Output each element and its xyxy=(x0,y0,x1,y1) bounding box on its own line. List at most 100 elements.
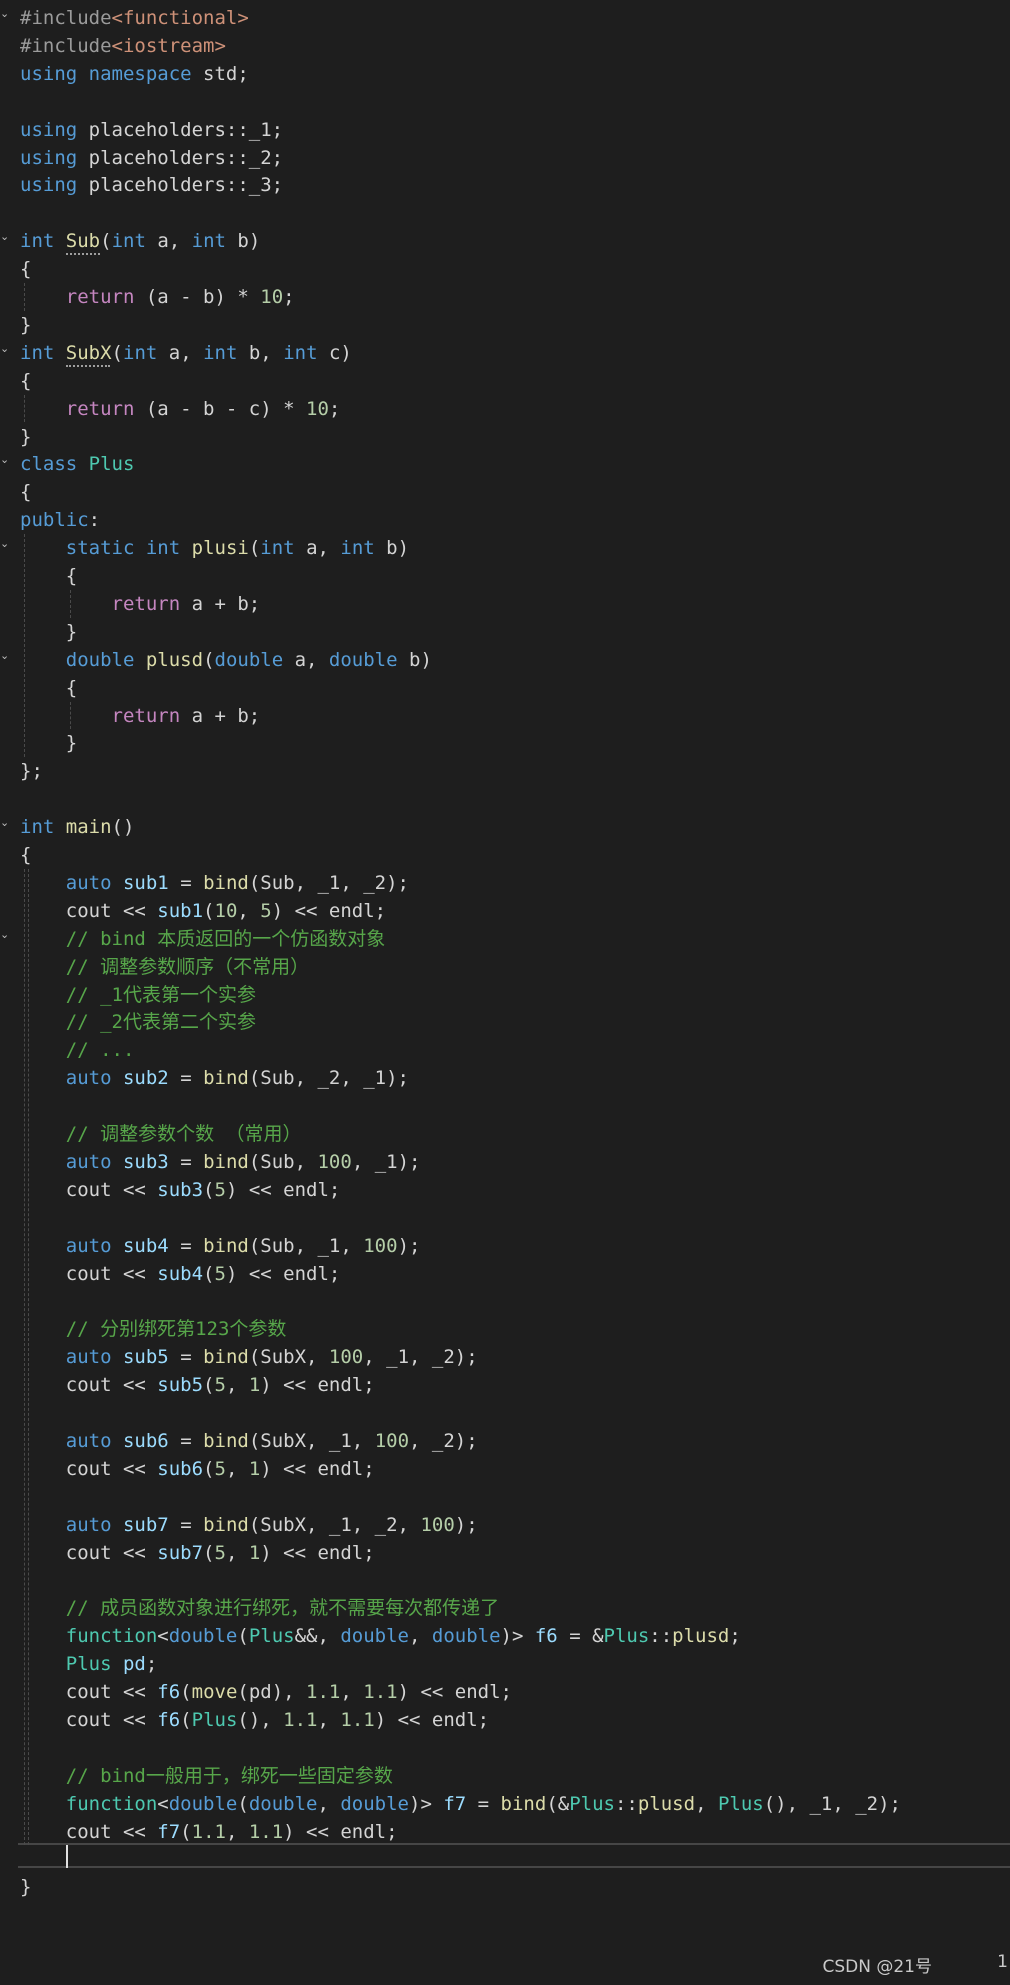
code-line[interactable]: // 调整参数个数 （常用） xyxy=(20,1120,302,1148)
code-line[interactable]: auto sub5 = bind(SubX, 100, _1, _2); xyxy=(20,1343,478,1371)
fold-toggle-icon[interactable]: ⌄ xyxy=(0,928,12,941)
code-line[interactable]: return (a - b - c) * 10; xyxy=(20,395,341,423)
code-line[interactable]: using placeholders::_1; xyxy=(20,116,283,144)
code-line[interactable]: { xyxy=(20,562,77,590)
code-line[interactable]: // bind一般用于，绑死一些固定参数 xyxy=(20,1762,393,1790)
code-line[interactable]: auto sub3 = bind(Sub, 100, _1); xyxy=(20,1148,421,1176)
code-line[interactable]: } xyxy=(20,1873,31,1901)
code-line[interactable]: using placeholders::_3; xyxy=(20,171,283,199)
code-token: bind xyxy=(203,1429,249,1452)
code-line[interactable]: cout << f6(move(pd), 1.1, 1.1) << endl; xyxy=(20,1678,512,1706)
code-token: = xyxy=(168,871,204,894)
code-token: SubX xyxy=(65,341,112,364)
code-token: // ... xyxy=(65,1039,135,1062)
code-line[interactable]: auto sub6 = bind(SubX, _1, 100, _2); xyxy=(20,1427,478,1455)
code-line[interactable]: int main() xyxy=(20,813,134,841)
code-line[interactable]: }; xyxy=(20,757,43,785)
code-line[interactable]: // 调整参数顺序（不常用） xyxy=(20,953,309,981)
fold-toggle-icon[interactable]: ⌄ xyxy=(0,454,12,466)
code-token: f7 xyxy=(157,1820,181,1843)
code-token: plusd xyxy=(637,1792,696,1815)
code-line[interactable]: function<double(Plus&&, double, double)>… xyxy=(20,1622,741,1650)
code-line[interactable]: return a + b; xyxy=(20,590,261,618)
code-token: static xyxy=(65,537,135,560)
code-line[interactable]: // ... xyxy=(20,1036,135,1064)
code-line[interactable]: auto sub7 = bind(SubX, _1, _2, 100); xyxy=(20,1511,478,1539)
fold-toggle-icon[interactable]: ⌄ xyxy=(0,342,12,355)
code-line[interactable]: } xyxy=(20,311,31,339)
code-token: sub7 xyxy=(157,1541,204,1564)
code-token: sub5 xyxy=(157,1374,204,1397)
code-token: // bind一般用于，绑死一些固定参数 xyxy=(65,1764,393,1787)
code-line[interactable]: using placeholders::_2; xyxy=(20,144,283,172)
code-token: cout << xyxy=(20,1708,158,1731)
code-line[interactable]: #include<iostream> xyxy=(20,32,226,60)
code-line[interactable]: cout << sub7(5, 1) << endl; xyxy=(20,1539,375,1567)
code-editor[interactable]: #include<functional> #include<iostream> us… xyxy=(0,0,1010,1985)
code-line[interactable]: function<double(double, double)> f7 = bi… xyxy=(20,1790,901,1818)
code-token: function xyxy=(65,1625,158,1648)
code-token: 5 xyxy=(214,1541,226,1564)
code-line[interactable]: // bind 本质返回的一个仿函数对象 xyxy=(20,925,386,953)
code-token: ( xyxy=(237,1625,249,1648)
code-line[interactable]: { xyxy=(20,255,31,283)
code-token: auto xyxy=(65,1234,112,1257)
code-token: ) << endl; xyxy=(374,1708,490,1731)
code-token: :: xyxy=(614,1792,638,1815)
code-line[interactable]: { xyxy=(20,367,31,395)
code-token: ( xyxy=(203,648,215,671)
code-token: // 成员函数对象进行绑死，就不需要每次都传递了 xyxy=(65,1597,500,1620)
code-line[interactable]: cout << sub4(5) << endl; xyxy=(20,1260,341,1288)
code-token: ) << endl; xyxy=(225,1178,341,1201)
code-line[interactable]: auto sub2 = bind(Sub, _2, _1); xyxy=(20,1064,409,1092)
code-line[interactable]: using namespace std; xyxy=(20,60,249,88)
code-line[interactable]: #include<functional> xyxy=(20,4,249,32)
code-line[interactable]: class Plus xyxy=(20,450,134,478)
code-line[interactable]: // _2代表第二个实参 xyxy=(20,1008,256,1036)
code-line[interactable]: public: xyxy=(20,506,100,534)
fold-toggle-icon[interactable]: ⌄ xyxy=(0,231,12,243)
code-token: (a - b) * xyxy=(134,286,261,308)
code-token: { xyxy=(20,676,78,699)
code-line[interactable]: { xyxy=(20,674,77,702)
code-line[interactable]: static int plusi(int a, int b) xyxy=(20,534,409,562)
code-line[interactable]: // 分别绑死第123个参数 xyxy=(20,1315,287,1343)
code-line[interactable]: auto sub1 = bind(Sub, _1, _2); xyxy=(20,869,409,897)
code-token: < xyxy=(157,1792,169,1815)
code-line[interactable]: int Sub(int a, int b) xyxy=(20,227,260,255)
code-line[interactable]: return (a - b) * 10; xyxy=(20,283,295,311)
code-line[interactable]: } xyxy=(20,618,77,646)
code-token: Plus xyxy=(65,1653,112,1676)
code-line[interactable]: Plus pd; xyxy=(20,1650,158,1678)
corner-number: 1 xyxy=(997,1952,1008,1972)
code-line[interactable]: } xyxy=(20,729,77,757)
code-token: return xyxy=(111,592,181,615)
code-token: sub1 xyxy=(122,871,169,894)
code-line[interactable]: // 成员函数对象进行绑死，就不需要每次都传递了 xyxy=(20,1594,499,1622)
code-token: f6 xyxy=(157,1681,181,1703)
code-token: 5 xyxy=(214,1457,226,1480)
code-line[interactable]: cout << f6(Plus(), 1.1, 1.1) << endl; xyxy=(20,1706,489,1734)
code-line[interactable]: { xyxy=(20,478,31,506)
code-token: ( xyxy=(203,899,215,922)
code-line[interactable]: auto sub4 = bind(Sub, _1, 100); xyxy=(20,1232,421,1260)
code-line[interactable]: cout << f7(1.1, 1.1) << endl; xyxy=(20,1818,398,1846)
fold-toggle-icon[interactable]: ⌄ xyxy=(0,817,12,829)
code-line[interactable]: { xyxy=(20,841,31,869)
code-line[interactable]: // _1代表第一个实参 xyxy=(20,981,256,1009)
fold-toggle-icon[interactable]: ⌄ xyxy=(0,649,12,662)
fold-toggle-icon[interactable]: ⌄ xyxy=(0,8,12,20)
code-line[interactable]: double plusd(double a, double b) xyxy=(20,646,432,674)
indent-guide xyxy=(28,868,29,1846)
code-line[interactable]: return a + b; xyxy=(20,702,261,730)
code-token: = xyxy=(168,1429,204,1452)
code-line[interactable]: cout << sub5(5, 1) << endl; xyxy=(20,1371,375,1399)
fold-toggle-icon[interactable]: ⌄ xyxy=(0,538,12,550)
code-line[interactable]: cout << sub3(5) << endl; xyxy=(20,1176,341,1204)
code-token: ); xyxy=(454,1513,478,1536)
code-line[interactable]: cout << sub1(10, 5) << endl; xyxy=(20,897,386,925)
code-line[interactable]: cout << sub6(5, 1) << endl; xyxy=(20,1455,375,1483)
code-line[interactable]: } xyxy=(20,423,31,451)
